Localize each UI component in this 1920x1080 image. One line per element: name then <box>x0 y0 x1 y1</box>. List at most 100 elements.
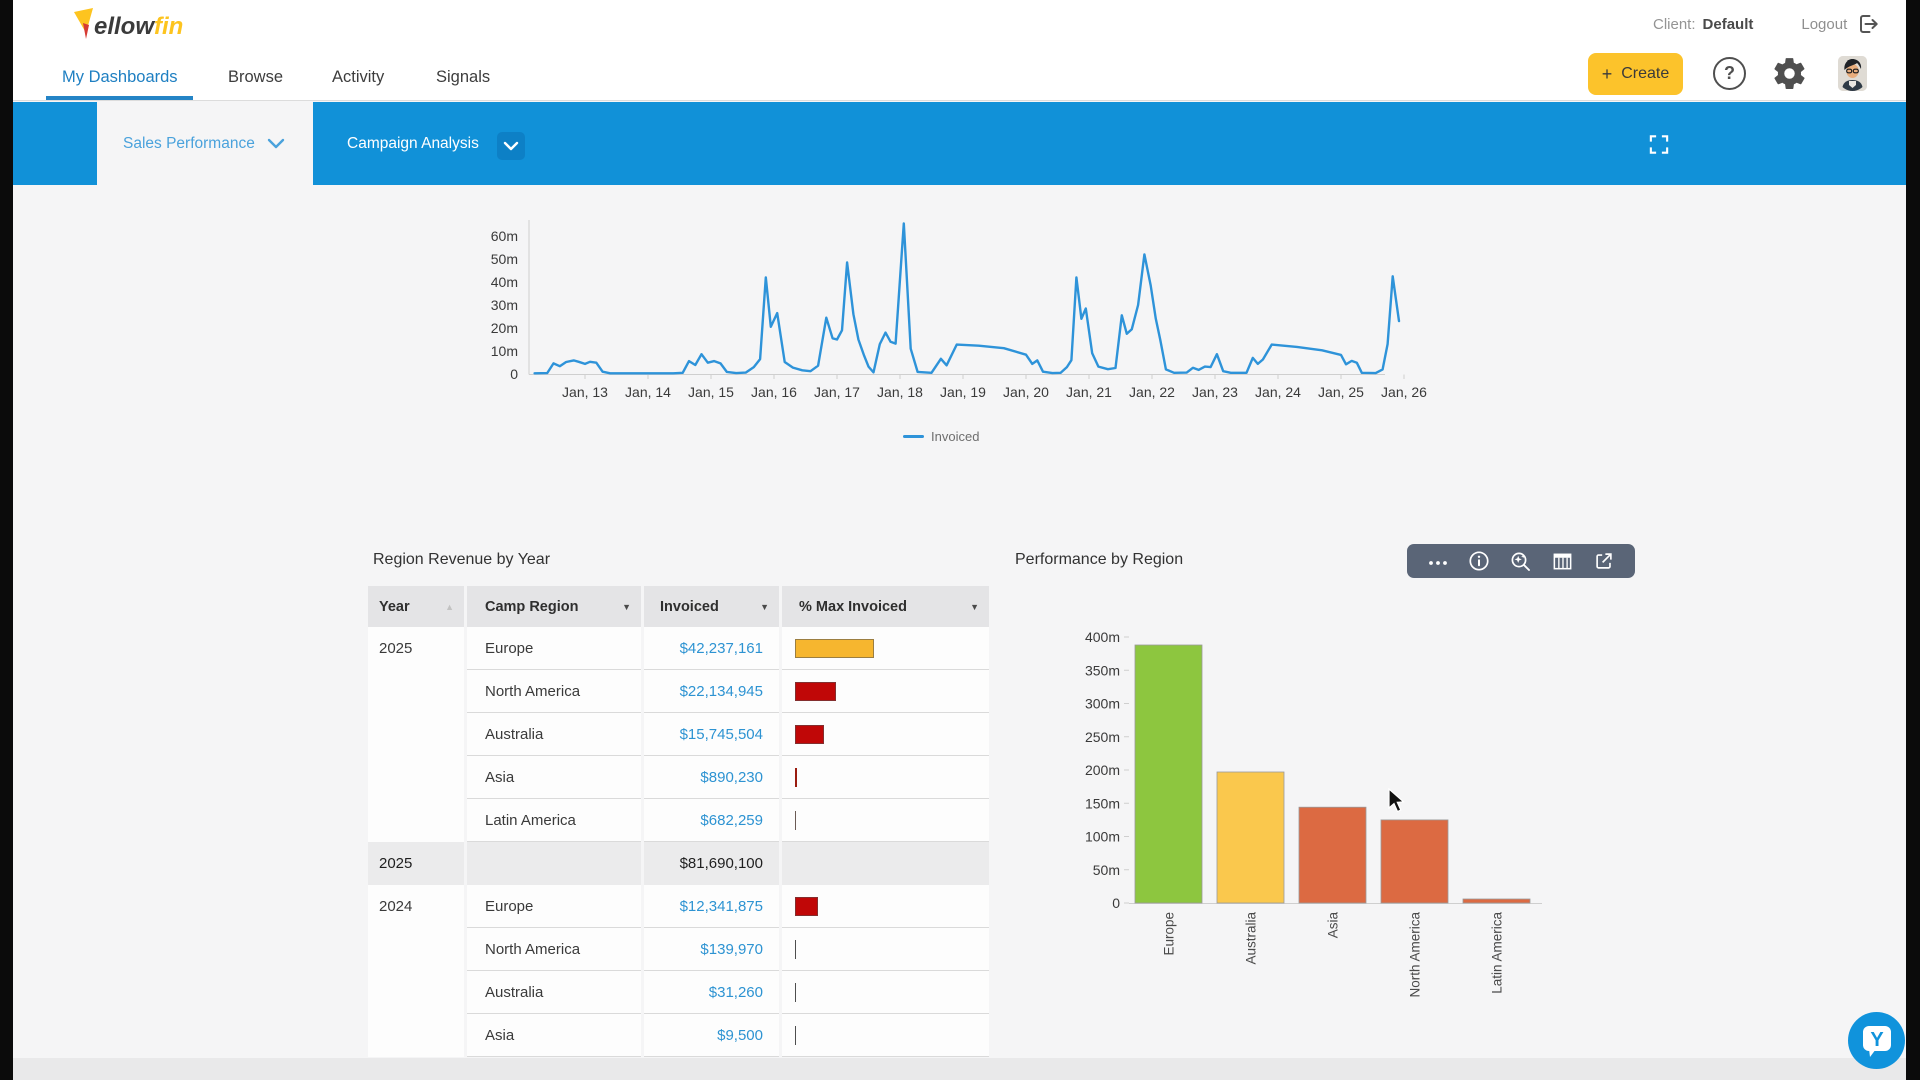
year-cell <box>368 756 464 799</box>
pct-max-bar-cell <box>782 799 989 842</box>
year-cell <box>368 713 464 756</box>
performance-bar-chart: 050m100m150m200m250m300m350m400mEuropeAu… <box>1050 620 1590 1020</box>
campaign-chevron-button[interactable] <box>497 132 525 160</box>
invoiced-value-link[interactable]: $139,970 <box>700 941 763 958</box>
svg-text:10m: 10m <box>491 343 518 359</box>
logout-link[interactable]: Logout <box>1801 16 1847 33</box>
create-button[interactable]: + Create <box>1588 53 1683 95</box>
svg-text:Australia: Australia <box>1244 912 1259 965</box>
table-row: Australia $31,260 <box>368 971 990 1014</box>
svg-text:40m: 40m <box>491 274 518 290</box>
table-header-row: Year▲Camp Region▼Invoiced▼% Max Invoiced… <box>368 586 990 627</box>
gear-icon[interactable] <box>1771 55 1808 92</box>
logo-mark-red <box>83 23 89 39</box>
tab-campaign-analysis[interactable]: Campaign Analysis <box>347 135 479 153</box>
chevron-down-icon[interactable] <box>267 138 285 150</box>
export-icon[interactable] <box>1593 550 1615 572</box>
pct-max-bar <box>795 639 874 658</box>
svg-text:Europe: Europe <box>1162 912 1177 956</box>
year-cell: 2025 <box>368 627 464 670</box>
invoiced-value-link[interactable]: $9,500 <box>717 1027 763 1044</box>
plus-icon: + <box>1602 64 1613 85</box>
bar-widget-title: Performance by Region <box>1015 551 1183 569</box>
svg-text:400m: 400m <box>1085 629 1120 645</box>
info-icon[interactable] <box>1468 550 1490 572</box>
region-cell: Australia <box>467 971 641 1014</box>
more-options-icon[interactable] <box>1427 550 1449 572</box>
table-total-row: 2025$81,690,100 <box>368 842 990 885</box>
pct-max-bar <box>795 897 818 916</box>
invoiced-cell: $139,970 <box>644 928 779 971</box>
svg-text:Latin America: Latin America <box>1490 912 1505 994</box>
help-button[interactable]: ? <box>1713 57 1746 90</box>
svg-text:Jan, 24: Jan, 24 <box>1255 384 1301 400</box>
svg-text:Jan, 22: Jan, 22 <box>1129 384 1175 400</box>
widget-toolbar <box>1407 544 1635 578</box>
invoiced-value-link[interactable]: $12,341,875 <box>680 898 763 915</box>
invoiced-value-link[interactable]: $22,134,945 <box>680 683 763 700</box>
svg-text:50m: 50m <box>1093 862 1120 878</box>
nav-tab-signals[interactable]: Signals <box>436 68 490 87</box>
region-cell: Australia <box>467 713 641 756</box>
table-row: Asia $890,230 <box>368 756 990 799</box>
table-view-icon[interactable] <box>1551 550 1574 573</box>
region-cell: Asia <box>467 1014 641 1057</box>
line-chart-legend: Invoiced <box>903 429 979 444</box>
svg-text:Jan, 17: Jan, 17 <box>814 384 860 400</box>
year-cell <box>368 971 464 1014</box>
year-cell <box>368 928 464 971</box>
svg-text:Jan, 18: Jan, 18 <box>877 384 923 400</box>
nav-tab-my-dashboards[interactable]: My Dashboards <box>62 68 178 87</box>
chat-icon: Y <box>1848 1012 1905 1069</box>
invoiced-value-link[interactable]: $31,260 <box>709 984 763 1001</box>
column-header-year[interactable]: Year▲ <box>368 586 464 627</box>
year-cell: 2024 <box>368 885 464 928</box>
table-row: Asia $9,500 <box>368 1014 990 1057</box>
tab-sales-performance[interactable]: Sales Performance <box>97 102 313 185</box>
invoiced-cell: $15,745,504 <box>644 713 779 756</box>
svg-text:Jan, 23: Jan, 23 <box>1192 384 1238 400</box>
invoiced-value-link[interactable]: $15,745,504 <box>680 726 763 743</box>
column-header--max-invoiced[interactable]: % Max Invoiced▼ <box>782 586 989 627</box>
region-cell: Asia <box>467 756 641 799</box>
active-tab-underline <box>46 96 193 100</box>
svg-text:Jan, 19: Jan, 19 <box>940 384 986 400</box>
logout-icon[interactable] <box>1856 13 1880 35</box>
invoiced-value-link[interactable]: $42,237,161 <box>680 640 763 657</box>
nav-tab-browse[interactable]: Browse <box>228 68 283 87</box>
pct-max-bar <box>795 682 836 701</box>
svg-text:Jan, 15: Jan, 15 <box>688 384 734 400</box>
region-cell: North America <box>467 928 641 971</box>
region-cell <box>467 842 641 885</box>
pct-max-bar-cell <box>782 971 989 1014</box>
right-letterbox <box>1906 0 1920 1080</box>
region-cell: Latin America <box>467 799 641 842</box>
region-revenue-table: Year▲Camp Region▼Invoiced▼% Max Invoiced… <box>368 586 990 1057</box>
year-cell <box>368 670 464 713</box>
nav-tab-activity[interactable]: Activity <box>332 68 384 87</box>
invoiced-cell: $682,259 <box>644 799 779 842</box>
yellowfin-logo[interactable]: ellowfin <box>60 6 210 42</box>
assisted-insights-icon[interactable] <box>1509 550 1532 573</box>
left-letterbox <box>0 0 13 1080</box>
sort-desc-icon: ▼ <box>622 602 631 612</box>
yellowfin-chat-button[interactable]: Y <box>1848 1012 1905 1069</box>
svg-text:Jan, 21: Jan, 21 <box>1066 384 1112 400</box>
client-row: Client: Default Logout <box>1653 13 1880 35</box>
invoiced-value-link[interactable]: $890,230 <box>700 769 763 786</box>
pct-max-bar-cell <box>782 756 989 799</box>
top-header: ellowfin My Dashboards Browse Activity Sign… <box>13 0 1906 101</box>
invoiced-cell: $12,341,875 <box>644 885 779 928</box>
invoiced-cell: $31,260 <box>644 971 779 1014</box>
pct-max-bar-cell <box>782 885 989 928</box>
column-header-invoiced[interactable]: Invoiced▼ <box>644 586 779 627</box>
column-header-camp-region[interactable]: Camp Region▼ <box>467 586 641 627</box>
user-avatar[interactable] <box>1838 56 1867 91</box>
svg-text:150m: 150m <box>1085 795 1120 811</box>
client-label: Client: <box>1653 16 1696 33</box>
invoiced-line-chart: 010m20m30m40m50m60mJan, 13Jan, 14Jan, 15… <box>470 212 1440 410</box>
tab-sales-label: Sales Performance <box>123 135 255 153</box>
fullscreen-icon[interactable] <box>1647 133 1671 156</box>
invoiced-value-link[interactable]: $682,259 <box>700 812 763 829</box>
chevron-down-icon <box>503 141 519 152</box>
